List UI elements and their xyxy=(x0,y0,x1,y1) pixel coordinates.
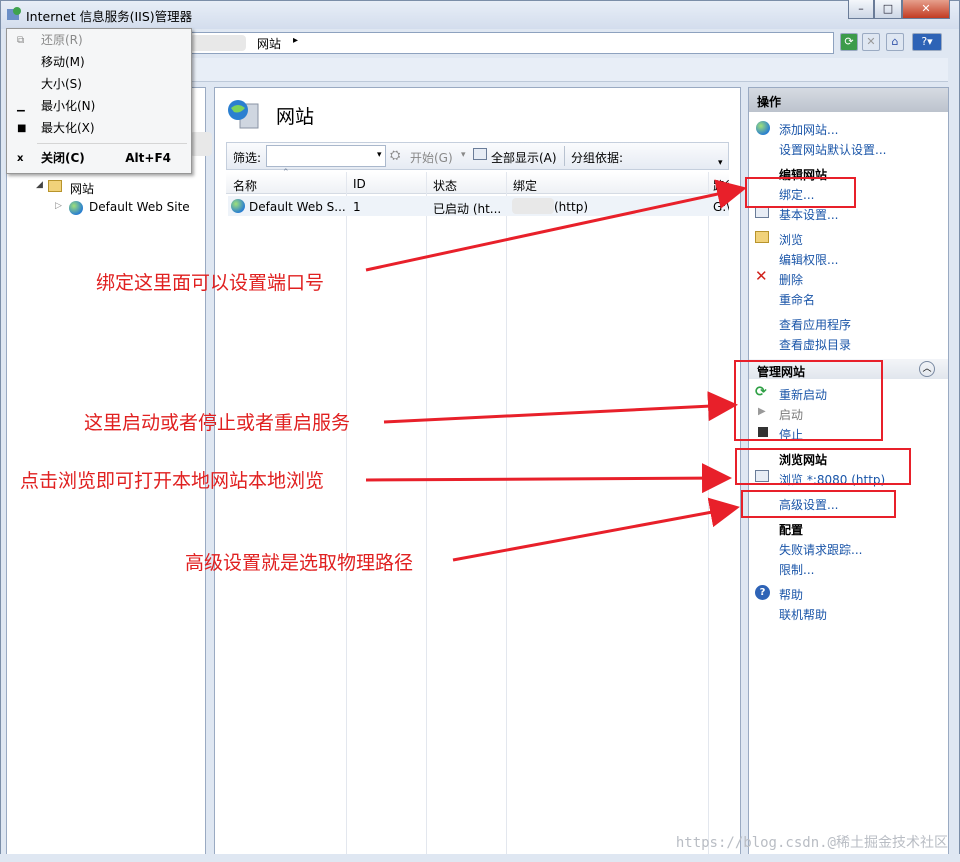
menu-separator xyxy=(37,143,187,144)
delete-x-icon: ✕ xyxy=(755,267,768,285)
breadcrumb-sites[interactable]: 网站 xyxy=(257,35,281,52)
maximize-button[interactable]: □ xyxy=(874,0,902,19)
annotation-advanced: 高级设置就是选取物理路径 xyxy=(185,552,414,574)
breadcrumb-arrow-icon[interactable]: ▸ xyxy=(293,35,298,46)
basic-settings-link[interactable]: 基本设置... xyxy=(779,206,838,223)
col-binding[interactable]: 绑定 xyxy=(513,177,537,194)
close-accelerator: Alt+F4 xyxy=(125,151,171,165)
view-applications-link[interactable]: 查看应用程序 xyxy=(779,316,851,333)
help-link[interactable]: 帮助 xyxy=(779,586,803,603)
menu-item-maximize[interactable]: ■ 最大化(X) xyxy=(7,118,191,139)
site-defaults-link[interactable]: 设置网站默认设置... xyxy=(779,141,886,158)
collapse-chevron-icon[interactable]: ︿ xyxy=(919,361,935,377)
close-button[interactable]: ✕ xyxy=(902,0,950,19)
row-name: Default Web S... xyxy=(249,200,346,214)
col-id[interactable]: ID xyxy=(353,177,366,191)
window-title: Internet 信息服务(IIS)管理器 xyxy=(26,9,193,24)
view-virtual-dirs-link[interactable]: 查看虚拟目录 xyxy=(779,336,851,353)
col-divider xyxy=(506,172,507,862)
filter-input[interactable] xyxy=(266,145,386,167)
sites-globe-icon xyxy=(228,100,259,129)
row-binding: (http) xyxy=(554,200,588,214)
redacted-breadcrumb xyxy=(190,35,246,51)
system-context-menu: ⧉ 还原(R) 移动(M) 大小(S) ▁ 最小化(N) ■ 最大化(X) x 关闭(C… xyxy=(6,28,192,174)
row-path: G:\ xyxy=(713,200,729,214)
col-divider xyxy=(708,172,709,862)
annotation-manage: 这里启动或者停止或者重启服务 xyxy=(84,412,351,434)
actions-header: 操作 xyxy=(749,88,948,112)
row-status: 已启动 (ht... xyxy=(433,202,502,216)
minimize-icon: ▁ xyxy=(17,101,25,112)
col-status[interactable]: 状态 xyxy=(433,177,457,194)
stop-icon[interactable]: ✕ xyxy=(862,33,880,51)
redacted-binding xyxy=(512,198,554,214)
add-site-link[interactable]: 添加网站... xyxy=(779,121,838,138)
menu-item-close[interactable]: x 关闭(C) Alt+F4 xyxy=(7,148,191,169)
col-name[interactable]: 名称 xyxy=(233,177,257,194)
show-all-button[interactable]: 全部显示(A) xyxy=(491,149,557,166)
filter-label: 筛选: xyxy=(233,151,262,165)
help-icon[interactable]: ?▾ xyxy=(912,33,942,51)
online-help-link[interactable]: 联机帮助 xyxy=(779,606,827,623)
redacted-area xyxy=(190,132,212,156)
toolbar-overflow-icon[interactable]: ▾ xyxy=(718,158,723,168)
refresh-icon[interactable]: ⟳ xyxy=(840,33,858,51)
folder-icon xyxy=(48,180,62,192)
minimize-button[interactable]: – xyxy=(848,0,874,19)
explore-folder-icon xyxy=(755,231,769,243)
page-title: 网站 xyxy=(276,106,315,128)
grid-header xyxy=(226,172,729,194)
highlight-browse xyxy=(735,448,911,485)
start-dropdown-icon[interactable]: ▾ xyxy=(461,150,466,160)
help-circle-icon: ? xyxy=(755,585,770,600)
annotation-bindings: 绑定这里面可以设置端口号 xyxy=(96,272,325,294)
maximize-icon: ■ xyxy=(17,123,27,134)
row-id: 1 xyxy=(353,200,361,214)
tree-node-sites[interactable]: 网站 xyxy=(70,180,94,197)
menu-item-restore[interactable]: ⧉ 还原(R) xyxy=(7,30,191,51)
annotation-browse: 点击浏览即可打开本地网站本地浏览 xyxy=(20,470,325,492)
col-path[interactable]: 路径 xyxy=(713,177,729,194)
group-by-label: 分组依据: xyxy=(571,151,624,165)
col-divider xyxy=(346,172,347,862)
restore-icon: ⧉ xyxy=(17,35,25,46)
failed-request-tracing-link[interactable]: 失败请求跟踪... xyxy=(779,541,862,558)
globe-icon xyxy=(69,201,83,215)
watermark: https://blog.csdn.@稀土掘金技术社区 xyxy=(675,835,948,851)
configure-header: 配置 xyxy=(779,523,804,537)
tree-node-default-site[interactable]: Default Web Site xyxy=(89,200,190,214)
site-globe-icon xyxy=(231,199,245,213)
highlight-advanced xyxy=(741,490,896,518)
delete-link[interactable]: 删除 xyxy=(779,271,803,288)
rename-link[interactable]: 重命名 xyxy=(779,291,815,308)
col-divider xyxy=(426,172,427,862)
edit-permissions-link[interactable]: 编辑权限... xyxy=(779,251,838,268)
taskbar xyxy=(0,854,960,862)
tree-expand-icon[interactable]: ◢ xyxy=(36,180,43,190)
highlight-manage-site xyxy=(734,360,883,441)
close-small-icon: x xyxy=(17,153,24,164)
start-filter-button[interactable]: 开始(G) xyxy=(410,149,453,166)
iis-app-icon xyxy=(7,7,21,20)
tree-collapse-icon[interactable]: ▷ xyxy=(55,201,62,211)
home-icon[interactable]: ⌂ xyxy=(886,33,904,51)
menu-item-minimize[interactable]: ▁ 最小化(N) xyxy=(7,96,191,117)
binoculars-icon: ⛭ xyxy=(390,148,401,163)
menu-item-move[interactable]: 移动(M) xyxy=(7,52,191,73)
explore-link[interactable]: 浏览 xyxy=(779,231,803,248)
filter-dropdown-icon[interactable]: ▾ xyxy=(377,150,382,160)
toolbar-separator xyxy=(564,146,565,166)
limits-link[interactable]: 限制... xyxy=(779,561,814,578)
show-all-icon xyxy=(473,148,487,160)
sort-arrow-icon: ⌃ xyxy=(282,168,290,178)
highlight-bindings xyxy=(745,177,856,208)
add-site-icon xyxy=(756,121,770,135)
menu-item-size[interactable]: 大小(S) xyxy=(7,74,191,95)
